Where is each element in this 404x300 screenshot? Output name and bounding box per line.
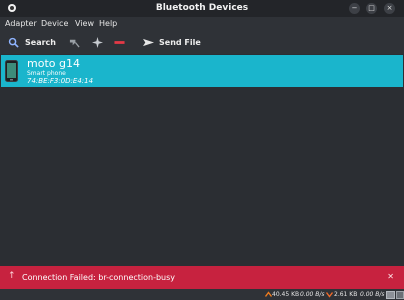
minimize-icon[interactable]: − bbox=[349, 3, 360, 14]
menu-bar: Adapter Device View Help bbox=[0, 17, 404, 31]
device-mac-address: 74:BE:F3:0D:E4:14 bbox=[27, 77, 94, 85]
send-file-icon[interactable] bbox=[143, 37, 154, 48]
send-file-button[interactable]: Send File bbox=[159, 38, 201, 47]
error-message: Connection Failed: br-connection-busy bbox=[22, 273, 176, 282]
toolbar: Search Send File bbox=[0, 31, 404, 55]
error-infobar: ↑ Connection Failed: br-connection-busy … bbox=[0, 266, 404, 289]
download-total: 2.61 KB bbox=[334, 291, 358, 298]
menu-device[interactable]: Device bbox=[41, 19, 68, 28]
menu-help[interactable]: Help bbox=[99, 19, 117, 28]
window-title: Bluetooth Devices bbox=[155, 3, 249, 13]
status-bar: 40.45 KB 0.00 B/s 2.61 KB 0.00 B/s bbox=[0, 289, 404, 300]
adapter-status-icon[interactable] bbox=[386, 291, 395, 299]
device-list: moto g14 Smart phone 74:BE:F3:0D:E4:14 bbox=[0, 54, 404, 264]
close-icon[interactable]: × bbox=[384, 3, 395, 14]
search-icon[interactable] bbox=[8, 37, 19, 48]
connection-status-icon[interactable] bbox=[396, 291, 404, 299]
search-button[interactable]: Search bbox=[25, 38, 56, 47]
smartphone-icon bbox=[5, 60, 18, 82]
bluetooth-devices-window: Bluetooth Devices − □ × Adapter Device V… bbox=[0, 0, 404, 300]
upload-arrow-icon bbox=[265, 291, 272, 297]
trust-icon[interactable] bbox=[92, 37, 103, 48]
error-arrow-icon: ↑ bbox=[8, 271, 16, 281]
device-name: moto g14 bbox=[27, 57, 80, 70]
device-type: Smart phone bbox=[27, 70, 66, 77]
maximize-icon[interactable]: □ bbox=[366, 3, 377, 14]
upload-rate: 0.00 B/s bbox=[300, 291, 325, 298]
pair-icon[interactable] bbox=[69, 37, 80, 48]
list-item[interactable]: moto g14 Smart phone 74:BE:F3:0D:E4:14 bbox=[1, 55, 403, 87]
menu-adapter[interactable]: Adapter bbox=[5, 19, 37, 28]
download-arrow-icon bbox=[326, 292, 333, 298]
download-rate: 0.00 B/s bbox=[360, 291, 385, 298]
upload-total: 40.45 KB bbox=[272, 291, 300, 298]
close-error-icon[interactable]: ✕ bbox=[387, 272, 394, 281]
title-bar: Bluetooth Devices − □ × bbox=[0, 0, 404, 17]
remove-icon[interactable] bbox=[114, 37, 125, 48]
menu-view[interactable]: View bbox=[75, 19, 94, 28]
